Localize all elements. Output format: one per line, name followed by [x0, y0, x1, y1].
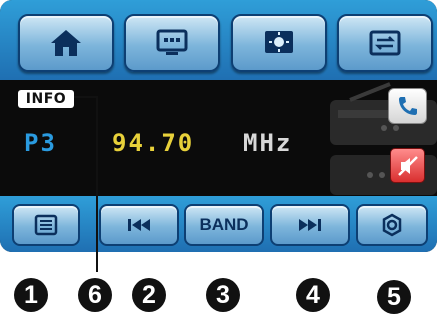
frequency-unit: MHz [243, 129, 293, 157]
display-button[interactable] [124, 14, 220, 72]
callout-5: 5 [377, 280, 411, 314]
mute-icon [397, 155, 418, 176]
callout-2: 2 [132, 278, 166, 312]
display-icon [156, 29, 188, 55]
info-button[interactable]: INFO [18, 90, 74, 108]
callout-6-leader-h [74, 96, 98, 98]
previous-button[interactable] [99, 204, 179, 246]
home-icon [51, 30, 81, 56]
settings-icon [382, 213, 402, 237]
brightness-icon [265, 31, 293, 53]
brightness-button[interactable] [231, 14, 327, 72]
callout-6: 6 [78, 278, 112, 312]
callout-3: 3 [206, 278, 240, 312]
band-button[interactable]: BAND [184, 204, 264, 246]
band-label: BAND [199, 215, 249, 234]
station-name: P3 [24, 129, 57, 157]
top-toolbar [0, 0, 437, 80]
settings-button[interactable] [356, 204, 428, 246]
home-button[interactable] [18, 14, 114, 72]
phone-button[interactable] [388, 88, 427, 124]
skip-previous-icon [128, 219, 150, 231]
next-button[interactable] [270, 204, 350, 246]
callout-6-leader-v [96, 96, 98, 272]
phone-icon [398, 97, 417, 115]
frequency-readout: 94.70 [112, 129, 195, 157]
callout-4: 4 [296, 278, 330, 312]
callout-1: 1 [14, 278, 48, 312]
swap-source-icon [369, 30, 401, 56]
list-button[interactable] [12, 204, 80, 246]
radio-screen: INFO P3 94.70 MHz BAND [0, 0, 437, 252]
skip-next-icon [299, 219, 321, 231]
mute-button[interactable] [390, 148, 425, 183]
swap-source-button[interactable] [337, 14, 433, 72]
list-icon [34, 214, 58, 236]
